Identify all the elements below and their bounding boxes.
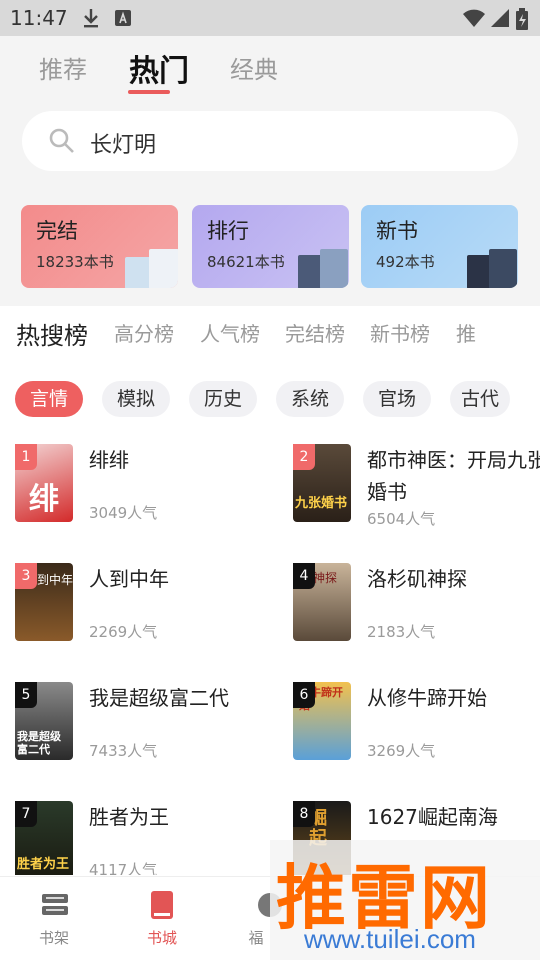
cover-title: 胜者为王 — [17, 857, 70, 872]
book-item[interactable]: 神探 4 洛杉矶神探 2183人气 — [293, 563, 540, 683]
rank-badge: 3 — [15, 563, 37, 589]
book-item[interactable]: 九张婚书 2 都市神医：开局九张婚书 6504人气 — [293, 444, 540, 564]
category-count: 492本书 — [376, 253, 435, 271]
book-icon — [149, 889, 175, 925]
book-item[interactable]: 我是超级富二代 5 我是超级富二代 7433人气 — [15, 682, 275, 802]
search-input[interactable]: 长灯明 — [90, 127, 156, 159]
cover-title: 九张婚书 — [295, 496, 348, 511]
rank-tab-popularity[interactable]: 人气榜 — [200, 318, 260, 347]
rank-badge: 1 — [15, 444, 37, 470]
book-popularity: 3269人气 — [367, 742, 436, 760]
genre-chip-system[interactable]: 系统 — [276, 381, 344, 417]
rank-tab-more[interactable]: 推 — [456, 318, 480, 347]
book-thumb — [125, 257, 151, 288]
book-popularity: 6504人气 — [367, 510, 436, 528]
category-title: 新书 — [376, 219, 418, 243]
genre-chip-officialdom[interactable]: 官场 — [363, 381, 431, 417]
book-thumb — [149, 249, 178, 288]
category-count: 18233本书 — [36, 253, 114, 271]
download-icon — [82, 8, 100, 32]
rank-tab-high-score[interactable]: 高分榜 — [114, 318, 174, 347]
signal-icon — [490, 8, 510, 32]
bookshelf-icon — [40, 891, 70, 923]
rank-tab-new[interactable]: 新书榜 — [370, 318, 430, 347]
category-title: 排行 — [207, 219, 249, 243]
genre-chip-ancient[interactable]: 古代 — [450, 381, 510, 417]
book-popularity: 3049人气 — [89, 504, 158, 522]
wifi-icon — [462, 8, 486, 32]
book-item[interactable]: 人到中年 3 人到中年 2269人气 — [15, 563, 275, 683]
status-bar: 11:47 — [0, 0, 540, 36]
book-item[interactable]: 绯 1 绯绯 3049人气 — [15, 444, 275, 564]
category-title: 完结 — [36, 219, 78, 243]
rank-badge: 2 — [293, 444, 315, 470]
book-popularity: 7433人气 — [89, 742, 158, 760]
tab-hot[interactable]: 热门 — [129, 46, 189, 90]
nav-bookshelf[interactable]: 书架 — [14, 877, 94, 961]
category-count: 84621本书 — [207, 253, 285, 271]
watermark-url: www.tuilei.com — [304, 924, 476, 954]
book-title: 绯绯 — [89, 448, 129, 472]
cover-title: 我是超级富二代 — [17, 730, 61, 756]
tab-recommend[interactable]: 推荐 — [39, 50, 87, 85]
book-title: 人到中年 — [89, 567, 169, 591]
book-title: 1627崛起南海 — [367, 805, 498, 829]
category-card-finished[interactable]: 完结 18233本书 — [21, 205, 178, 288]
book-thumb — [467, 255, 491, 288]
book-popularity: 2183人气 — [367, 623, 436, 641]
nav-label: 书架 — [38, 929, 69, 947]
tab-indicator — [128, 90, 170, 94]
rank-tab-finished[interactable]: 完结榜 — [285, 318, 345, 347]
book-thumb — [489, 249, 517, 288]
book-title: 胜者为王 — [89, 805, 169, 829]
header: 推荐 热门 经典 长灯明 完结 18233本书 排行 84621本书 新书 49… — [0, 36, 540, 306]
book-item[interactable]: 修牛蹄开始 6 从修牛蹄开始 3269人气 — [293, 682, 540, 802]
book-thumb — [320, 249, 348, 288]
status-time: 11:47 — [10, 6, 68, 30]
book-title: 洛杉矶神探 — [367, 567, 467, 591]
category-card-ranking[interactable]: 排行 84621本书 — [192, 205, 349, 288]
search-icon — [48, 127, 76, 159]
genre-chip-history[interactable]: 历史 — [189, 381, 257, 417]
genre-chip-romance[interactable]: 言情 — [15, 381, 83, 417]
rank-badge: 7 — [15, 801, 37, 827]
rank-badge: 4 — [293, 563, 315, 589]
category-card-new[interactable]: 新书 492本书 — [361, 205, 518, 288]
book-title: 我是超级富二代 — [89, 686, 229, 710]
book-title: 从修牛蹄开始 — [367, 686, 487, 710]
book-thumb — [298, 255, 322, 288]
book-popularity: 4117人气 — [89, 861, 158, 875]
rank-tab-hot-search[interactable]: 热搜榜 — [16, 316, 88, 351]
cover-title: 绯 — [29, 482, 59, 517]
rank-badge: 6 — [293, 682, 315, 708]
watermark: 推雷网 www.tuilei.com — [270, 840, 540, 960]
book-title: 都市神医：开局九张婚书 — [367, 448, 540, 504]
genre-chip-simulation[interactable]: 模拟 — [102, 381, 170, 417]
nav-label: 书城 — [146, 929, 177, 947]
rank-badge: 5 — [15, 682, 37, 708]
book-popularity: 2269人气 — [89, 623, 158, 641]
search-bar[interactable]: 长灯明 — [22, 111, 518, 171]
rank-badge: 8 — [293, 801, 315, 827]
book-item[interactable]: 胜者为王 7 胜者为王 4117人气 — [15, 801, 275, 875]
cover-title: 神探 — [313, 571, 338, 585]
battery-icon — [516, 8, 528, 34]
app-notification-icon — [114, 8, 132, 32]
nav-bookstore[interactable]: 书城 — [122, 877, 202, 961]
tab-classic[interactable]: 经典 — [230, 50, 278, 85]
